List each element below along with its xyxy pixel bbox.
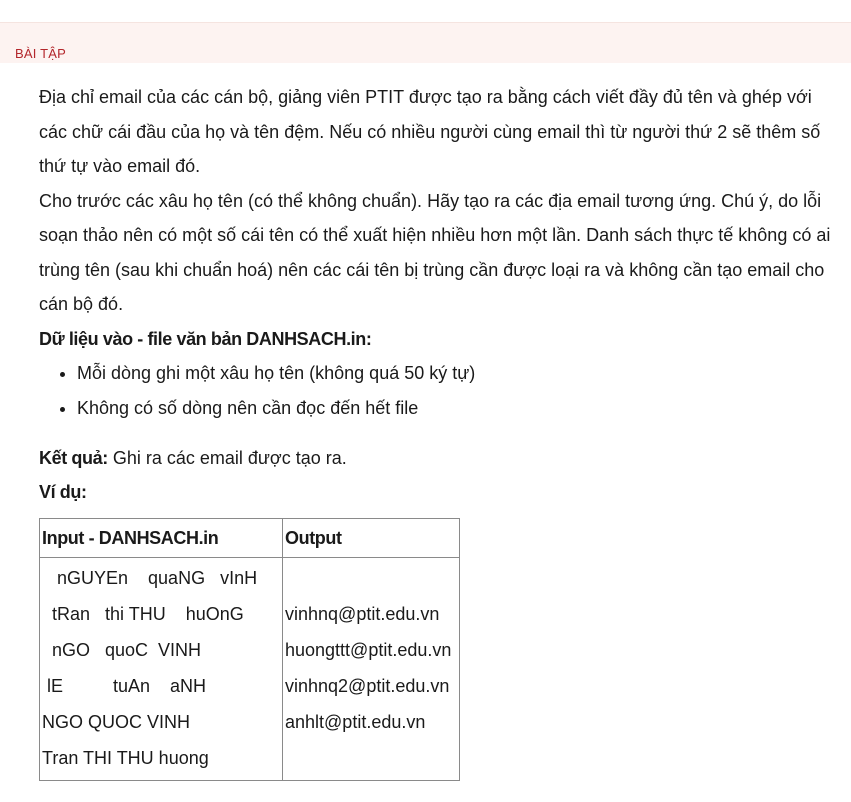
input-line: Tran THI THU huong	[42, 748, 209, 768]
input-line: lE tuAn aNH	[42, 676, 207, 696]
output-column-header: Output	[282, 518, 460, 558]
section-header: BÀI TẬP	[0, 22, 851, 63]
output-cell: vinhnq@ptit.edu.vn huongttt@ptit.edu.vn …	[282, 557, 460, 781]
input-list-item: Không có số dòng nên cần đọc đến hết fil…	[77, 391, 834, 426]
top-strip	[0, 0, 851, 22]
output-line: vinhnq@ptit.edu.vn	[285, 604, 440, 624]
input-cell: nGUYEn quaNG vInH tRan thi THU huOnG nGO…	[39, 557, 283, 781]
input-line: nGUYEn quaNG vInH	[42, 568, 258, 588]
result-line: Kết quả: Ghi ra các email được tạo ra.	[39, 441, 834, 476]
problem-paragraph-1: Địa chỉ email của các cán bộ, giảng viên…	[39, 87, 821, 176]
output-line: huongttt@ptit.edu.vn	[285, 640, 452, 660]
input-line: NGO QUOC VINH	[42, 712, 191, 732]
example-label: Ví dụ:	[39, 482, 87, 502]
problem-paragraph-2: Cho trước các xâu họ tên (có thể không c…	[39, 190, 831, 315]
table-row: nGUYEn quaNG vInH tRan thi THU huOnG nGO…	[39, 557, 460, 781]
example-table: Input - DANHSACH.in Output nGUYEn quaNG …	[39, 518, 460, 781]
input-line: tRan thi THU huOnG	[42, 604, 244, 624]
input-heading: Dữ liệu vào - file văn bản DANHSACH.in:	[39, 328, 372, 349]
table-header-row: Input - DANHSACH.in Output	[39, 518, 460, 558]
input-line: nGO quoC VINH	[42, 640, 202, 660]
input-list: Mỗi dòng ghi một xâu họ tên (không quá 5…	[39, 356, 834, 426]
section-label: BÀI TẬP	[15, 46, 67, 61]
problem-statement: Địa chỉ email của các cán bộ, giảng viên…	[39, 80, 834, 509]
input-list-item: Mỗi dòng ghi một xâu họ tên (không quá 5…	[77, 356, 834, 391]
output-line: vinhnq2@ptit.edu.vn	[285, 676, 450, 696]
page: BÀI TẬP Địa chỉ email của các cán bộ, gi…	[0, 0, 851, 802]
result-text: Ghi ra các email được tạo ra.	[107, 447, 347, 468]
input-column-header: Input - DANHSACH.in	[39, 518, 283, 558]
output-line: anhlt@ptit.edu.vn	[285, 712, 426, 732]
result-label: Kết quả:	[39, 447, 108, 468]
